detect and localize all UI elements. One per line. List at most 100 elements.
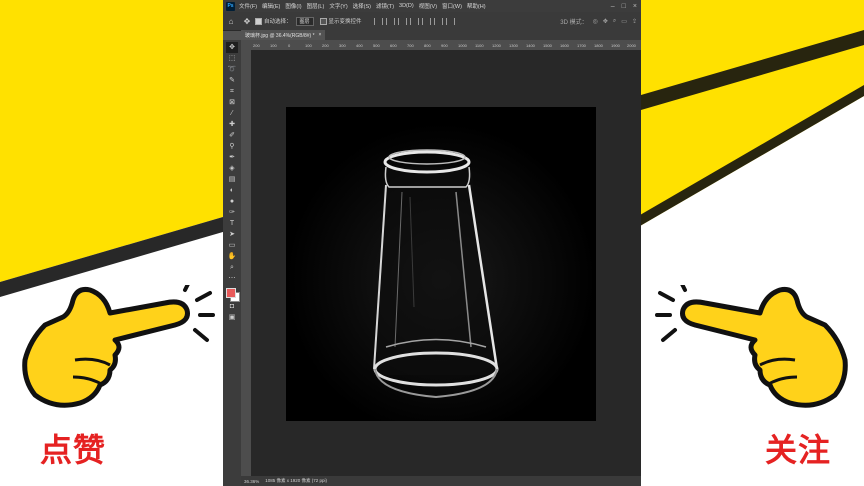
status-bar: 36.36% 1085 像素 x 1920 像素 (72 ppi): [241, 476, 641, 486]
ruler-tick: 1800: [594, 43, 603, 48]
stamp-icon[interactable]: ⚲: [226, 141, 238, 152]
zoom-level[interactable]: 36.36%: [244, 479, 259, 484]
align-top-icon[interactable]: [409, 17, 419, 25]
distribute-icon[interactable]: [445, 17, 455, 25]
pointing-hand-left-icon: [22, 285, 215, 408]
quick-select-icon[interactable]: ✎: [226, 75, 238, 86]
document-image[interactable]: [286, 107, 596, 421]
menu-3d[interactable]: 3D(D): [399, 3, 414, 9]
auto-select-label: 自动选择：: [264, 18, 292, 25]
menu-filter[interactable]: 滤镜(T): [376, 2, 394, 10]
ruler-tick: 1100: [475, 43, 484, 48]
menu-type[interactable]: 文字(Y): [329, 2, 347, 10]
ruler-tick: 900: [441, 43, 448, 48]
pointing-hand-right-icon: [655, 285, 848, 408]
align-center-icon[interactable]: [385, 17, 395, 25]
menu-help[interactable]: 帮助(H): [467, 2, 486, 10]
screen-mode-icon[interactable]: ▣: [226, 312, 238, 323]
ruler-tick: 200: [253, 43, 260, 48]
menu-image[interactable]: 图像(I): [285, 2, 301, 10]
photoshop-window: Ps 文件(F) 编辑(E) 图像(I) 图层(L) 文字(Y) 选择(S) 滤…: [223, 0, 641, 486]
align-left-icon[interactable]: [373, 17, 383, 25]
foreground-color-swatch[interactable]: [226, 288, 236, 298]
more-icon[interactable]: ⋯: [226, 273, 238, 284]
tools-panel: ✥ ⬚ ➰ ✎ ⌗ ⊠ ⁄ ✚ ✐ ⚲ ✒ ◈ ▤ ◐ ● ✑ T ➤ ▭ ✋ …: [223, 40, 241, 486]
menu-bar: Ps 文件(F) 编辑(E) 图像(I) 图层(L) 文字(Y) 选择(S) 滤…: [223, 0, 641, 12]
maximize-icon[interactable]: □: [622, 3, 626, 10]
healing-icon[interactable]: ✚: [226, 119, 238, 130]
ruler-tick: 700: [407, 43, 414, 48]
search-icon[interactable]: ⌕: [613, 18, 616, 25]
brush-icon[interactable]: ✐: [226, 130, 238, 141]
zoom-icon[interactable]: ⌕: [226, 262, 238, 273]
frame-icon[interactable]: ⊠: [226, 97, 238, 108]
document-tabs: 玻璃杯.jpg @ 36.4%(RGB/8#) * ×: [241, 30, 641, 40]
ruler-tick: 100: [270, 43, 277, 48]
gradient-icon[interactable]: ▤: [226, 174, 238, 185]
ruler-tick: 1300: [509, 43, 518, 48]
align-right-icon[interactable]: [397, 17, 407, 25]
auto-select-dropdown[interactable]: 图层: [295, 16, 314, 26]
options-bar: ⌂ ✥ 自动选择： 图层 显示变换控件 3D 模式： ◎ ✥ ⌕ ▭ ⇪: [223, 12, 641, 31]
show-transform-checkbox[interactable]: 显示变换控件: [319, 17, 362, 26]
dodge-icon[interactable]: ●: [226, 196, 238, 207]
menu-select[interactable]: 选择(S): [353, 2, 371, 10]
hand-icon[interactable]: ✋: [226, 251, 238, 262]
align-bottom-icon[interactable]: [433, 17, 443, 25]
document-info: 1085 像素 x 1920 像素 (72 ppi): [265, 478, 328, 483]
follow-text: 关注: [765, 432, 832, 468]
show-transform-label: 显示变换控件: [328, 18, 362, 25]
ruler-tick: 300: [339, 43, 346, 48]
ruler-tick: 1900: [611, 43, 620, 48]
blur-icon[interactable]: ◐: [226, 185, 238, 196]
menu-edit[interactable]: 编辑(E): [262, 2, 280, 10]
orbit-icon[interactable]: ◎: [593, 18, 598, 25]
menu-file[interactable]: 文件(F): [239, 2, 257, 10]
menu-view[interactable]: 视图(V): [419, 2, 437, 10]
move-tool-icon[interactable]: ✥: [242, 16, 252, 26]
pen-icon[interactable]: ✑: [226, 207, 238, 218]
menu-window[interactable]: 窗口(W): [442, 2, 462, 10]
ruler-tick: 1600: [560, 43, 569, 48]
close-icon[interactable]: ×: [633, 3, 637, 10]
quick-mask-icon[interactable]: ◘: [226, 301, 238, 312]
crop-icon[interactable]: ⌗: [226, 86, 238, 97]
align-middle-icon[interactable]: [421, 17, 431, 25]
ruler-tick: 400: [356, 43, 363, 48]
home-icon[interactable]: ⌂: [226, 16, 236, 26]
menu-layer[interactable]: 图层(L): [307, 2, 325, 10]
auto-select-checkbox[interactable]: 自动选择：: [255, 17, 292, 26]
mode-3d-label: 3D 模式：: [560, 19, 588, 26]
ruler-tick: 1500: [543, 43, 552, 48]
lasso-icon[interactable]: ➰: [226, 64, 238, 75]
eraser-icon[interactable]: ◈: [226, 163, 238, 174]
ruler-tick: 1400: [526, 43, 535, 48]
share-icon[interactable]: ⇪: [632, 18, 637, 25]
pan-icon[interactable]: ✥: [603, 18, 608, 25]
minimize-icon[interactable]: –: [611, 3, 615, 10]
color-swatches[interactable]: [225, 287, 240, 302]
path-select-icon[interactable]: ➤: [226, 229, 238, 240]
marquee-icon[interactable]: ⬚: [226, 53, 238, 64]
align-buttons: [373, 17, 455, 25]
ruler-tick: 200: [322, 43, 329, 48]
ruler-tick: 600: [390, 43, 397, 48]
document-tab[interactable]: 玻璃杯.jpg @ 36.4%(RGB/8#) * ×: [241, 30, 326, 40]
ruler-tick: 500: [373, 43, 380, 48]
ruler-tick: 2000: [627, 43, 636, 48]
glass-cup-image: [286, 107, 596, 421]
ruler-tick: 100: [305, 43, 312, 48]
canvas-area[interactable]: [251, 50, 641, 476]
type-icon[interactable]: T: [226, 218, 238, 229]
document-tab-title: 玻璃杯.jpg @ 36.4%(RGB/8#) *: [245, 32, 315, 39]
ruler-tick: 800: [424, 43, 431, 48]
tab-close-icon[interactable]: ×: [319, 32, 322, 38]
workspace-icon[interactable]: ▭: [621, 18, 627, 25]
ruler-tick: 0: [288, 43, 291, 48]
ruler-corner: [241, 40, 251, 50]
move-icon[interactable]: ✥: [226, 42, 238, 53]
history-brush-icon[interactable]: ✒: [226, 152, 238, 163]
eyedropper-icon[interactable]: ⁄: [226, 108, 238, 119]
app-logo-icon: Ps: [226, 1, 235, 11]
rectangle-icon[interactable]: ▭: [226, 240, 238, 251]
